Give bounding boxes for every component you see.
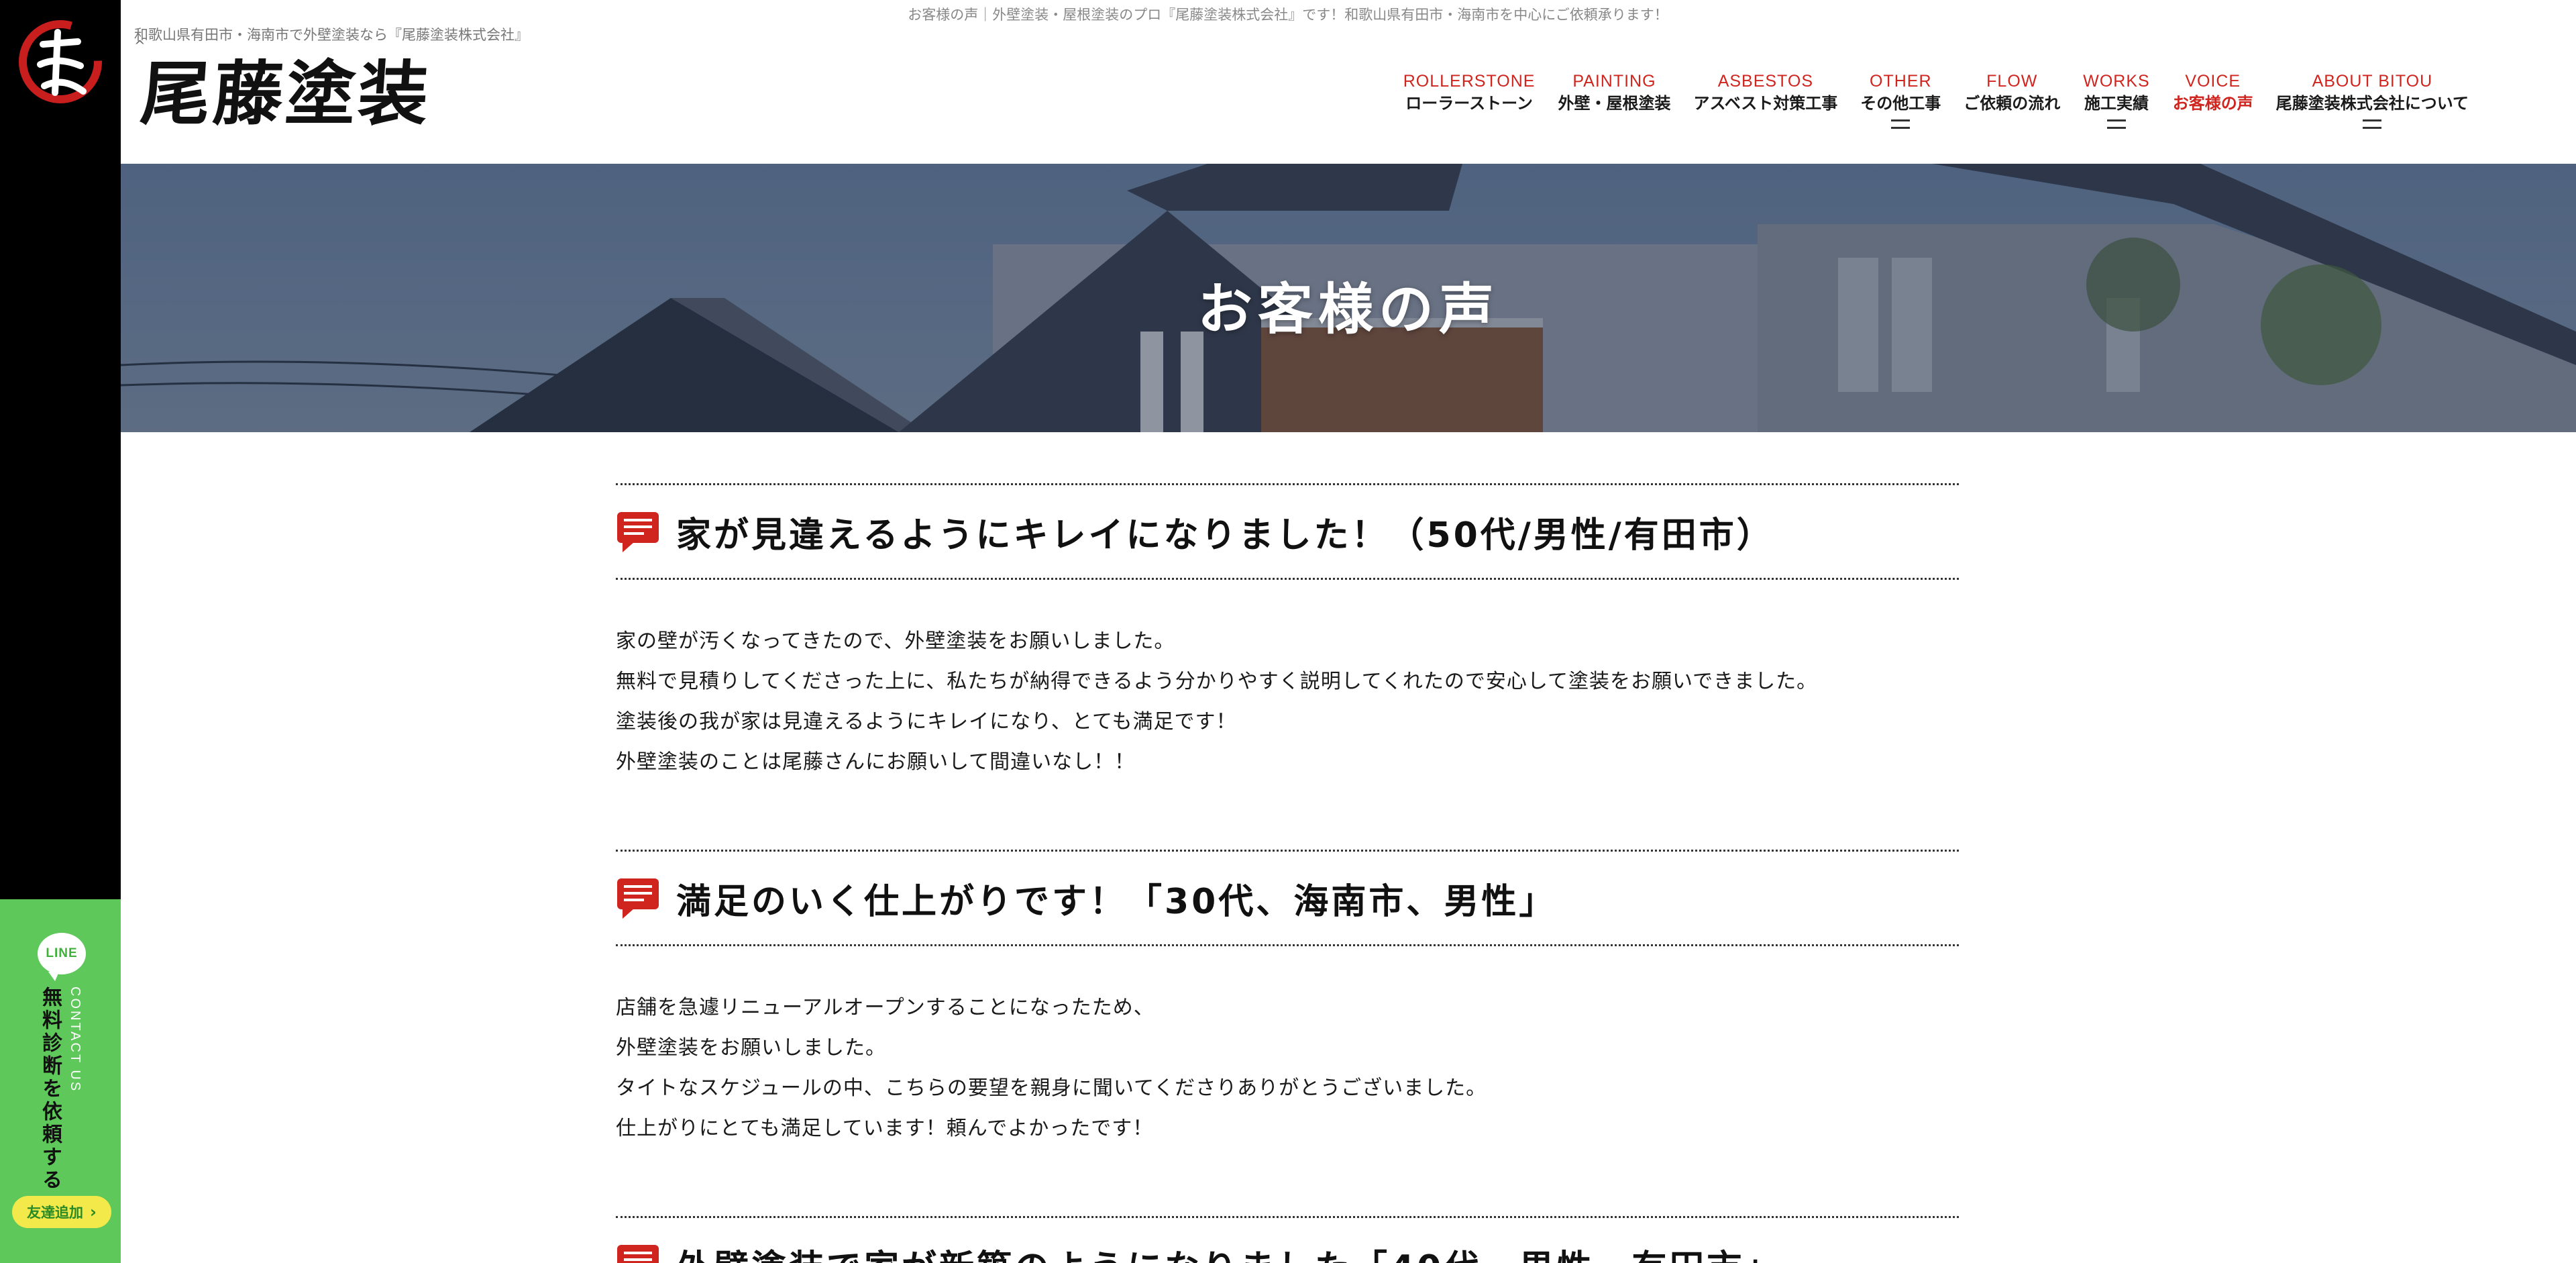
line-cta-text: 無料診断を依頼する xyxy=(38,987,62,1192)
double-bar-icon[interactable] xyxy=(2363,119,2382,129)
nav-item-en-label: ROLLERSTONE xyxy=(1403,72,1536,91)
nav-item-flow[interactable]: FLOW ご依頼の流れ xyxy=(1964,71,2060,115)
nav-item-en-label: OTHER xyxy=(1870,72,1932,91)
nav-item-en-label: WORKS xyxy=(2083,72,2150,91)
line-contact-us-text: CONTACT US xyxy=(68,987,83,1093)
nav-item-jp-label: ローラーストーン xyxy=(1405,94,1533,113)
nav-item-en-label: FLOW xyxy=(1986,72,2038,91)
review-item: 満足のいく仕上がりです！「30代、海南市、男性」 店舗を急遽リニューアルオープン… xyxy=(616,850,1959,1216)
nav-item-other[interactable]: OTHER その他工事 xyxy=(1860,71,1941,129)
review-title: 満足のいく仕上がりです！「30代、海南市、男性」 xyxy=(676,881,1557,922)
line-logo-icon: LINE xyxy=(38,933,86,981)
review-title: 外壁塗装で家が新築のようになりました「40代、男性、有田市」 xyxy=(676,1240,1782,1263)
double-bar-icon[interactable] xyxy=(1891,119,1911,129)
nav-item-voice[interactable]: VOICE お客様の声 xyxy=(2173,71,2253,115)
double-bar-icon[interactable] xyxy=(2106,119,2126,129)
review-header: 満足のいく仕上がりです！「30代、海南市、男性」 xyxy=(616,850,1959,946)
speech-bubble-icon xyxy=(617,878,659,919)
nav-item-jp-label: 外壁・屋根塗装 xyxy=(1558,94,1671,113)
nav-item-jp-label: 施工実績 xyxy=(2084,94,2149,113)
nav-item-jp-label: 尾藤塗装株式会社について xyxy=(2275,94,2469,113)
nav-item-jp-label: アスベスト対策工事 xyxy=(1693,94,1838,113)
review-title: 家が見違えるようにキレイになりました！（50代/男性/有田市） xyxy=(676,515,1774,556)
sub-tagline: 和歌山県有田市・海南市で外壁塗装なら『尾藤塗装株式会社』 xyxy=(134,27,529,43)
nav-item-en-label: VOICE xyxy=(2185,72,2241,91)
speech-bubble-icon xyxy=(617,512,659,552)
line-add-friend-label: 友達追加 xyxy=(27,1205,84,1221)
nav-item-en-label: ASBESTOS xyxy=(1717,72,1814,91)
emblem-logo-icon[interactable] xyxy=(16,12,105,113)
review-line: 塗装後の我が家は見違えるようにキレイになり、とても満足です！ xyxy=(616,710,1237,734)
nav-item-en-label: PAINTING xyxy=(1572,72,1656,91)
review-line: 外壁塗装のことは尾藤さんにお願いして間違いなし！！ xyxy=(616,750,1136,774)
speech-bubble-icon xyxy=(617,1245,659,1263)
line-contact-panel[interactable]: LINE 無料診断を依頼する CONTACT US 友達追加 › xyxy=(0,899,121,1263)
review-header: 家が見違えるようにキレイになりました！（50代/男性/有田市） xyxy=(616,483,1959,580)
hero-banner: お客様の声 xyxy=(121,164,2576,432)
nav-item-about[interactable]: ABOUT BITOU 尾藤塗装株式会社について xyxy=(2276,71,2469,129)
review-line: 無料で見積りしてくださった上に、私たちが納得できるよう分かりやすく説明してくれた… xyxy=(616,670,1818,693)
line-add-friend-button[interactable]: 友達追加 › xyxy=(12,1196,111,1228)
reviews-list: 家が見違えるようにキレイになりました！（50代/男性/有田市） 家の壁が汚くなっ… xyxy=(616,483,1959,1263)
review-line: 外壁塗装をお願いしました。 xyxy=(616,1036,886,1060)
nav-item-asbestos[interactable]: ASBESTOS アスベスト対策工事 xyxy=(1693,71,1837,115)
line-logo-text: LINE xyxy=(46,946,78,960)
review-item: 家が見違えるようにキレイになりました！（50代/男性/有田市） 家の壁が汚くなっ… xyxy=(616,483,1959,850)
review-line: タイトなスケジュールの中、こちらの要望を親身に聞いてくださりありがとうございまし… xyxy=(616,1076,1487,1100)
nav-item-painting[interactable]: PAINTING 外壁・屋根塗装 xyxy=(1558,71,1670,115)
nav-item-en-label: ABOUT BITOU xyxy=(2312,72,2433,91)
brand-logo[interactable]: 尾藤塗装 xyxy=(138,52,434,135)
nav-item-jp-label: お客様の声 xyxy=(2172,94,2253,113)
caret-up-icon: ^ xyxy=(134,38,146,54)
review-body: 店舗を急遽リニューアルオープンすることになったため、 外壁塗装をお願いしました。… xyxy=(616,946,1959,1216)
nav-item-jp-label: その他工事 xyxy=(1860,94,1941,113)
review-line: 店舗を急遽リニューアルオープンすることになったため、 xyxy=(616,996,1155,1019)
page-title: お客様の声 xyxy=(1197,278,1499,342)
top-tagline: お客様の声｜外壁塗装・屋根塗装のプロ『尾藤塗装株式会社』です！和歌山県有田市・海… xyxy=(908,7,1668,23)
chevron-right-icon: › xyxy=(90,1203,97,1221)
nav-item-works[interactable]: WORKS 施工実績 xyxy=(2083,71,2149,129)
review-item: 外壁塗装で家が新築のようになりました「40代、男性、有田市」 xyxy=(616,1216,1959,1263)
review-line: 仕上がりにとても満足しています！頼んでよかったです！ xyxy=(616,1117,1154,1140)
review-body: 家の壁が汚くなってきたので、外壁塗装をお願いしました。 無料で見積りしてくださっ… xyxy=(616,580,1959,850)
review-header: 外壁塗装で家が新築のようになりました「40代、男性、有田市」 xyxy=(616,1216,1959,1263)
nav-item-rollerstone[interactable]: ROLLERSTONE ローラーストーン xyxy=(1403,71,1536,115)
global-nav: ROLLERSTONE ローラーストーン PAINTING 外壁・屋根塗装 AS… xyxy=(1403,71,2469,129)
nav-item-jp-label: ご依頼の流れ xyxy=(1964,94,2061,113)
review-line: 家の壁が汚くなってきたので、外壁塗装をお願いしました。 xyxy=(616,629,1175,653)
